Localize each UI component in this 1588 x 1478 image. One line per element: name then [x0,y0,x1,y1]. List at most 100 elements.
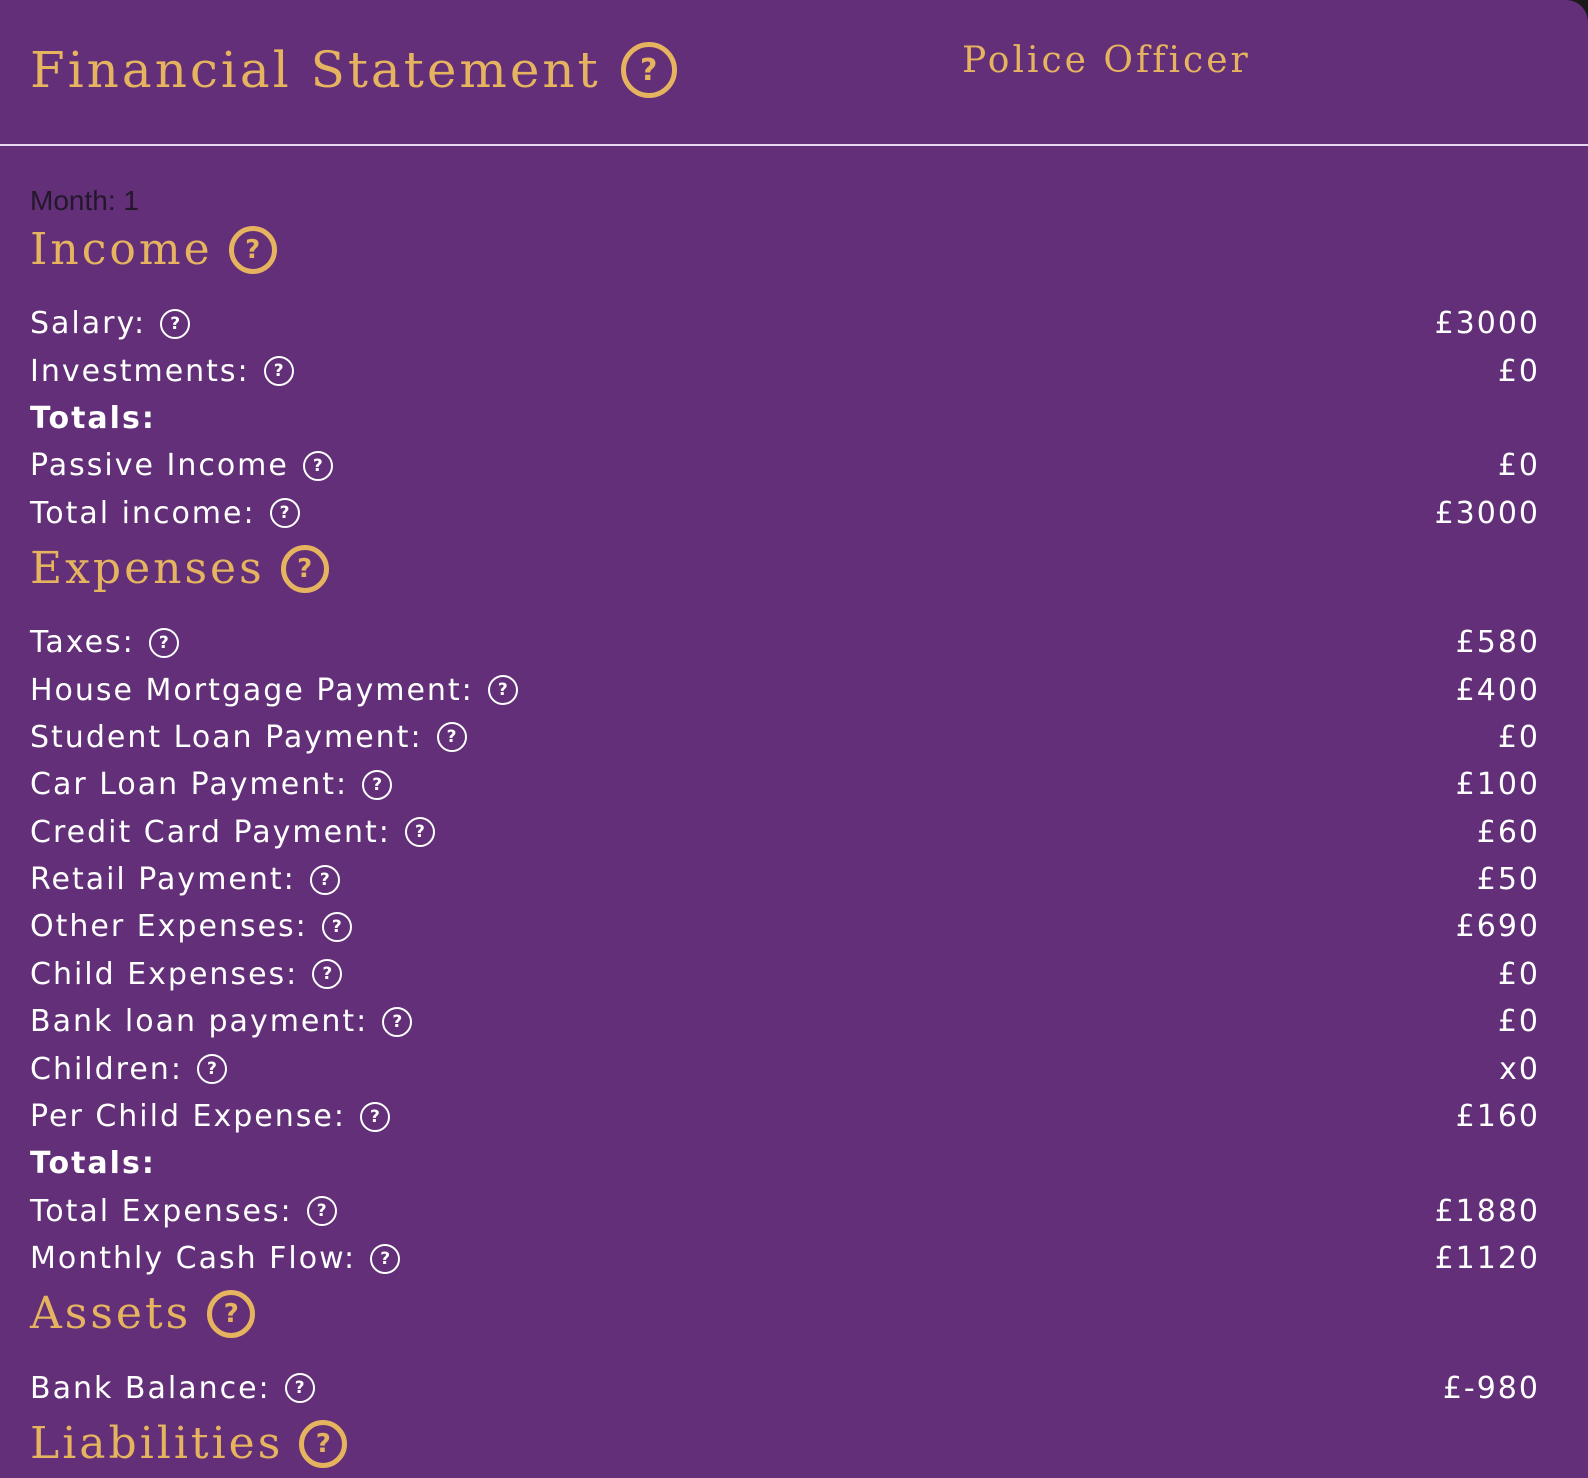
expenses-list: Taxes:? £580 House Mortgage Payment:? £400 S… [30,619,1540,1140]
expenses-title: Expenses [30,542,265,594]
row-label: Salary: [30,306,147,342]
row-label: Student Loan Payment: [30,719,423,755]
income-header: Income ? [30,218,1540,282]
help-icon[interactable]: ? [263,356,294,387]
row-label: Passive Income [30,448,289,484]
row-label: Bank loan payment: [30,1004,369,1040]
row-value: £-980 [1442,1370,1540,1406]
row-label: Bank Balance: [30,1370,271,1406]
row-label: Per Child Expense: [30,1099,346,1135]
row-value: x0 [1499,1051,1540,1087]
help-icon[interactable]: ? [362,769,393,800]
statement-row: Salary:? £3000 [30,300,1540,347]
assets-header: Assets ? [30,1282,1540,1346]
row-value: £0 [1497,448,1540,484]
statement-row: Total income:? £3000 [30,490,1540,537]
row-label-group: Passive Income? [30,448,333,483]
row-label-group: Total Expenses:? [30,1194,337,1229]
expenses-totals-list: Total Expenses:? £1880 Monthly Cash Flow:?… [30,1188,1540,1283]
help-icon[interactable]: ? [309,864,340,895]
row-value: £60 [1476,814,1540,850]
statement-row: Bank loan payment:? £0 [30,998,1540,1045]
statement-row: Taxes:? £580 [30,619,1540,666]
help-icon[interactable]: ? [269,498,300,529]
row-value: £0 [1497,956,1540,992]
statement-row: Investments:? £0 [30,347,1540,394]
row-value: £50 [1476,862,1540,898]
financial-statement-panel: Financial Statement ? Police Officer Mon… [0,0,1588,1478]
row-label: House Mortgage Payment: [30,672,474,708]
help-icon[interactable]: ? [404,817,435,848]
assets-list: Bank Balance:? £-980 [30,1364,1540,1411]
income-title: Income [30,224,213,275]
row-label: Taxes: [30,625,135,661]
row-value: £160 [1455,1099,1540,1135]
statement-row: Per Child Expense:? £160 [30,1093,1540,1140]
row-value: £3000 [1434,306,1540,342]
row-label-group: Taxes:? [30,625,179,660]
income-totals-label: Totals: [30,395,1540,442]
row-label-group: Student Loan Payment:? [30,720,467,755]
row-value: £1120 [1434,1241,1540,1277]
help-icon[interactable]: ? [228,226,277,274]
help-icon[interactable]: ? [620,42,677,98]
help-icon[interactable]: ? [207,1290,256,1339]
statement-row: Credit Card Payment:? £60 [30,809,1540,856]
row-label-group: Retail Payment:? [30,862,340,897]
row-label-group: Bank loan payment:? [30,1004,413,1040]
row-label-group: Other Expenses:? [30,909,352,944]
expenses-totals-label: Totals: [30,1140,1540,1187]
row-value: £100 [1455,767,1540,803]
help-icon[interactable]: ? [382,1006,413,1037]
row-value: £690 [1455,909,1540,945]
help-icon[interactable]: ? [370,1243,401,1274]
row-label-group: Total income:? [30,496,300,531]
row-value: £0 [1497,719,1540,755]
row-label-group: Per Child Expense:? [30,1099,390,1134]
row-value: £580 [1455,625,1540,661]
row-label-group: Bank Balance:? [30,1371,315,1406]
help-icon[interactable]: ? [312,959,343,990]
expenses-header: Expenses ? [30,537,1540,601]
help-icon[interactable]: ? [160,308,191,339]
row-label-group: Credit Card Payment:? [30,815,435,850]
help-icon[interactable]: ? [321,911,352,942]
row-label: Children: [30,1051,183,1087]
row-label-group: Children:? [30,1052,227,1087]
row-label: Other Expenses: [30,909,308,945]
row-label: Total income: [30,495,256,531]
row-label: Child Expenses: [30,956,299,992]
row-label: Credit Card Payment: [30,814,391,850]
assets-title: Assets [30,1288,192,1340]
help-icon[interactable]: ? [359,1101,390,1132]
row-value: £3000 [1434,495,1540,531]
help-icon[interactable]: ? [280,544,329,593]
statement-row: Total Expenses:? £1880 [30,1188,1540,1235]
month-label: Month: 1 [30,185,139,216]
row-label: Total Expenses: [30,1193,293,1229]
totals-heading: Totals: [30,400,156,436]
help-icon[interactable]: ? [148,627,179,658]
help-icon[interactable]: ? [436,722,467,753]
row-label-group: Car Loan Payment:? [30,767,393,803]
row-value: £0 [1497,1004,1540,1040]
statement-content: Month: 1 Income ? Salary:? £3000 Investmen… [30,180,1540,1476]
profession-label: Police Officer [962,40,1251,81]
row-label-group: Monthly Cash Flow:? [30,1241,401,1277]
statement-row: Car Loan Payment:? £100 [30,761,1540,808]
help-icon[interactable]: ? [306,1196,337,1227]
help-icon[interactable]: ? [284,1373,315,1404]
help-icon[interactable]: ? [299,1419,348,1468]
row-value: £0 [1497,353,1540,389]
statement-row: Monthly Cash Flow:? £1120 [30,1235,1540,1282]
row-label: Monthly Cash Flow: [30,1241,357,1277]
row-label: Car Loan Payment: [30,767,349,803]
statement-row: Other Expenses:? £690 [30,903,1540,950]
help-icon[interactable]: ? [487,675,518,706]
help-icon[interactable]: ? [196,1054,227,1085]
liabilities-title: Liabilities [30,1417,284,1469]
row-value: £1880 [1434,1193,1540,1229]
page-title: Financial Statement [30,41,601,99]
help-icon[interactable]: ? [302,450,333,481]
statement-row: House Mortgage Payment:? £400 [30,666,1540,713]
